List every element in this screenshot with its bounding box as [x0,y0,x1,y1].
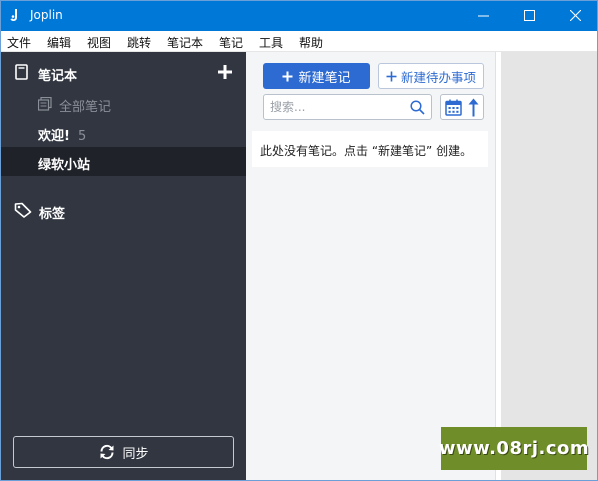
sidebar: 笔记本 全部笔记 欢迎! 5 绿软小站 标签 同步 [1,52,246,480]
search-box[interactable] [263,94,432,120]
close-button[interactable] [552,0,598,31]
notebook-count: 5 [77,129,87,144]
menu-note[interactable]: 笔记 [219,34,243,51]
sidebar-item-label: 全部笔记 [59,100,112,115]
menu-notebook[interactable]: 笔记本 [167,34,203,51]
sidebar-item-welcome[interactable]: 欢迎! 5 [1,118,246,147]
notebook-name: 欢迎! [38,129,70,144]
tags-label: 标签 [39,207,66,222]
sync-icon [100,444,114,460]
tags-header[interactable]: 标签 [1,198,246,224]
search-input[interactable] [270,98,400,116]
menu-tools[interactable]: 工具 [259,34,283,51]
plus-icon [282,71,293,81]
title-bar: Joplin [0,0,598,31]
new-note-label: 新建笔记 [298,70,351,86]
watermark-text: www.08rj.com [438,438,590,459]
new-todo-label: 新建待办事项 [400,69,476,85]
sidebar-item-all-notes[interactable]: 全部笔记 [1,89,246,118]
note-list: 新建笔记 新建待办事项 此 [246,52,496,480]
sort-arrow-up-icon [468,98,479,117]
all-notes-icon [38,97,52,111]
notebooks-header[interactable]: 笔记本 [1,60,246,86]
notebook-icon [15,64,28,80]
maximize-button[interactable] [506,0,552,31]
menu-go[interactable]: 跳转 [127,34,151,51]
new-note-button[interactable]: 新建笔记 [263,63,370,89]
calendar-icon [445,99,462,116]
menu-bar: 文件 编辑 视图 跳转 笔记本 笔记 工具 帮助 [0,31,598,52]
menu-file[interactable]: 文件 [7,34,31,51]
search-icon[interactable] [410,100,425,115]
joplin-logo-icon [10,9,17,21]
sort-button[interactable] [440,94,484,120]
minimize-icon [477,15,489,17]
sidebar-item-lvruan[interactable]: 绿软小站 [1,147,246,176]
close-icon [569,10,581,21]
plus-icon [386,71,397,81]
sidebar-item-label: 绿软小站 [38,158,91,173]
window-title: Joplin [30,8,63,22]
editor-panel [501,52,597,480]
watermark: www.08rj.com [438,427,590,470]
menu-edit[interactable]: 编辑 [47,34,71,51]
menu-view[interactable]: 视图 [87,34,111,51]
sidebar-item-label: 欢迎! 5 [38,125,86,144]
maximize-icon [523,10,535,21]
notebooks-label: 笔记本 [38,69,78,84]
add-notebook-icon[interactable] [216,63,234,81]
empty-note-list-message: 此处没有笔记。点击 “新建笔记” 创建。 [252,131,488,167]
tag-icon [14,202,32,218]
minimize-button[interactable] [460,0,506,31]
sync-button[interactable]: 同步 [13,436,234,468]
sync-label: 同步 [122,446,149,462]
new-todo-button[interactable]: 新建待办事项 [378,63,484,89]
menu-help[interactable]: 帮助 [299,34,323,51]
